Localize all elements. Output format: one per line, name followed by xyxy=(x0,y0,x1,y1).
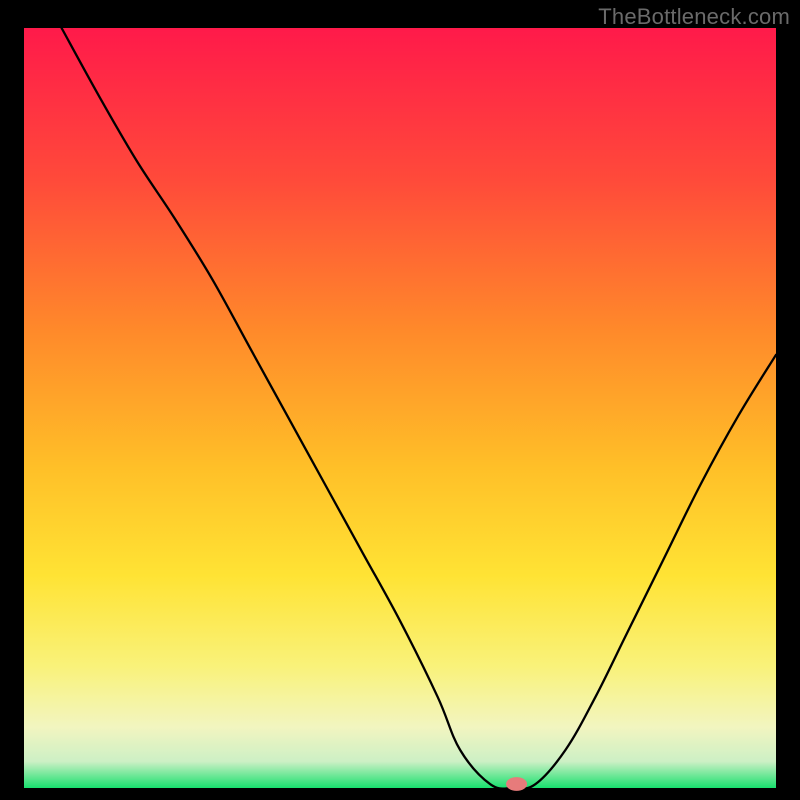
optimal-marker xyxy=(506,777,527,791)
chart-gradient-bg xyxy=(24,28,776,788)
watermark-text: TheBottleneck.com xyxy=(598,4,790,30)
bottleneck-chart: TheBottleneck.com xyxy=(0,0,800,800)
chart-svg xyxy=(0,0,800,800)
